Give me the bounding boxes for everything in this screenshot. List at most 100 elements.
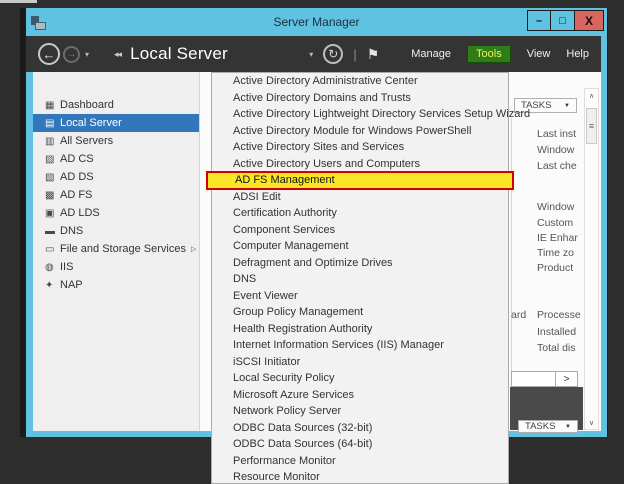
tools-dropdown-menu: Active Directory Administrative Center A… bbox=[211, 72, 509, 484]
tools-menu-item[interactable]: ODBC Data Sources (32-bit) bbox=[212, 420, 508, 437]
panel-text-fragment: Total dis bbox=[537, 342, 576, 354]
tools-menu-item[interactable]: Group Policy Management bbox=[212, 304, 508, 321]
window-controls: – □ X bbox=[527, 10, 604, 31]
sidebar: ▦ Dashboard ▤ Local Server ▥ All Servers… bbox=[33, 72, 200, 431]
ad-fs-icon: ▩ bbox=[45, 190, 60, 201]
maximize-button[interactable]: □ bbox=[551, 10, 575, 31]
notifications-flag-icon[interactable]: ⚑ bbox=[367, 46, 380, 63]
tools-menu-item[interactable]: Defragment and Optimize Drives bbox=[212, 255, 508, 272]
scrollbar-thumb[interactable]: ≡ bbox=[586, 108, 597, 144]
panel-text-fragment: Processe bbox=[537, 309, 581, 321]
scroll-right-button[interactable]: > bbox=[555, 372, 577, 386]
vertical-scrollbar[interactable]: ∧ ≡ ∨ bbox=[584, 88, 599, 430]
panel-text-fragment: Window bbox=[537, 144, 574, 156]
sidebar-item-label: NAP bbox=[60, 279, 83, 291]
tools-menu-item[interactable]: Active Directory Lightweight Directory S… bbox=[212, 106, 508, 123]
tools-menu-item[interactable]: Certification Authority bbox=[212, 205, 508, 222]
refresh-icon: ↻ bbox=[328, 47, 338, 61]
navigation-bar: ← → ▾ ◂◂ Local Server ▾ ↻ | ⚑ Manage Too… bbox=[26, 36, 601, 72]
panel-text-fragment: Custom bbox=[537, 217, 573, 229]
tasks-label: TASKS bbox=[525, 421, 555, 432]
tools-menu-item[interactable]: Active Directory Administrative Center bbox=[212, 73, 508, 90]
sidebar-item-iis[interactable]: ◍ IIS bbox=[33, 258, 199, 276]
navbar-separator: | bbox=[353, 47, 356, 62]
breadcrumb-dropdown-caret-icon[interactable]: ▾ bbox=[309, 50, 313, 59]
sidebar-item-dns[interactable]: ▬ DNS bbox=[33, 222, 199, 240]
minimize-button[interactable]: – bbox=[527, 10, 551, 31]
nap-icon: ✦ bbox=[45, 280, 60, 291]
tools-menu-item[interactable]: Active Directory Domains and Trusts bbox=[212, 90, 508, 107]
history-dropdown-caret-icon[interactable]: ▾ bbox=[85, 50, 89, 59]
tools-menu-item[interactable]: DNS bbox=[212, 271, 508, 288]
sidebar-item-all-servers[interactable]: ▥ All Servers bbox=[33, 132, 199, 150]
sidebar-item-dashboard[interactable]: ▦ Dashboard bbox=[33, 96, 199, 114]
tools-menu-item[interactable]: Active Directory Module for Windows Powe… bbox=[212, 123, 508, 140]
close-button[interactable]: X bbox=[575, 10, 604, 31]
tools-menu-item[interactable]: Event Viewer bbox=[212, 288, 508, 305]
iis-icon: ◍ bbox=[45, 262, 60, 273]
menu-manage[interactable]: Manage bbox=[411, 48, 451, 60]
panel-text-fragment: Last inst bbox=[537, 128, 576, 140]
sidebar-item-label: Local Server bbox=[60, 117, 122, 129]
sidebar-item-label: DNS bbox=[60, 225, 83, 237]
tasks-button-bottom[interactable]: TASKS ▼ bbox=[518, 420, 578, 433]
tools-menu-item[interactable]: Microsoft Azure Services bbox=[212, 387, 508, 404]
sidebar-item-label: AD DS bbox=[60, 171, 94, 183]
panel-text-fragment: Product bbox=[537, 262, 573, 274]
menu-view[interactable]: View bbox=[527, 48, 551, 60]
local-server-icon: ▤ bbox=[45, 118, 60, 129]
tools-menu-item-adfs-management-highlighted[interactable]: AD FS Management bbox=[206, 171, 514, 190]
refresh-button[interactable]: ↻ bbox=[323, 44, 343, 64]
scrollbar-down-icon[interactable]: ∨ bbox=[585, 416, 598, 429]
panel-text-fragment: Time zo bbox=[537, 247, 574, 259]
sidebar-item-file-storage-services[interactable]: ▭ File and Storage Services ▷ bbox=[33, 240, 199, 258]
dashboard-icon: ▦ bbox=[45, 100, 60, 111]
tools-menu-item[interactable]: Network Policy Server bbox=[212, 403, 508, 420]
ad-cs-icon: ▨ bbox=[45, 154, 60, 165]
tasks-caret-icon: ▼ bbox=[564, 103, 570, 109]
tools-menu-item[interactable]: Internet Information Services (IIS) Mana… bbox=[212, 337, 508, 354]
file-storage-icon: ▭ bbox=[45, 244, 60, 255]
menu-tools-highlighted[interactable]: Tools bbox=[467, 45, 511, 63]
tools-menu-item[interactable]: Computer Management bbox=[212, 238, 508, 255]
tools-menu-item[interactable]: ODBC Data Sources (64-bit) bbox=[212, 436, 508, 453]
back-icon: ← bbox=[43, 47, 56, 62]
back-button[interactable]: ← bbox=[38, 43, 60, 65]
tools-menu-item[interactable]: Local Security Policy bbox=[212, 370, 508, 387]
panel-scroll-track bbox=[512, 372, 555, 386]
sidebar-item-ad-ds[interactable]: ▧ AD DS bbox=[33, 168, 199, 186]
sidebar-item-label: IIS bbox=[60, 261, 73, 273]
sidebar-item-nap[interactable]: ✦ NAP bbox=[33, 276, 199, 294]
desktop: Server Manager – □ X ← → ▾ ◂◂ Local Serv… bbox=[0, 0, 624, 484]
tools-menu-item[interactable]: Component Services bbox=[212, 222, 508, 239]
sidebar-item-local-server[interactable]: ▤ Local Server bbox=[33, 114, 199, 132]
scrollbar-up-icon[interactable]: ∧ bbox=[585, 89, 598, 102]
ad-lds-icon: ▣ bbox=[45, 208, 60, 219]
tools-menu-item[interactable]: Performance Monitor bbox=[212, 453, 508, 470]
sidebar-item-label: Dashboard bbox=[60, 99, 114, 111]
expander-arrow-icon[interactable]: ▷ bbox=[191, 245, 196, 253]
panel-text-fragment: Window bbox=[537, 201, 574, 213]
background-window-sliver bbox=[0, 0, 37, 3]
forward-button[interactable]: → bbox=[63, 46, 80, 63]
tools-menu-item[interactable]: iSCSI Initiator bbox=[212, 354, 508, 371]
sidebar-item-label: File and Storage Services bbox=[60, 243, 186, 255]
breadcrumb-scroll-chevrons-icon[interactable]: ◂◂ bbox=[114, 49, 121, 60]
sidebar-item-ad-fs[interactable]: ▩ AD FS bbox=[33, 186, 199, 204]
tools-menu-item[interactable]: ADSI Edit bbox=[212, 189, 508, 206]
tools-menu-item[interactable]: Active Directory Sites and Services bbox=[212, 139, 508, 156]
tools-menu-item[interactable]: Health Registration Authority bbox=[212, 321, 508, 338]
panel-text-fragment: IE Enhar bbox=[537, 232, 578, 244]
sidebar-item-label: AD CS bbox=[60, 153, 94, 165]
scrollbar-grip-icon: ≡ bbox=[589, 121, 594, 131]
window-title: Server Manager bbox=[26, 15, 607, 29]
sidebar-item-ad-cs[interactable]: ▨ AD CS bbox=[33, 150, 199, 168]
sidebar-item-ad-lds[interactable]: ▣ AD LDS bbox=[33, 204, 199, 222]
sidebar-item-label: AD LDS bbox=[60, 207, 100, 219]
panel-border-line bbox=[511, 118, 512, 371]
titlebar[interactable]: Server Manager – □ X bbox=[26, 8, 607, 36]
menu-help[interactable]: Help bbox=[566, 48, 589, 60]
sidebar-item-label: AD FS bbox=[60, 189, 92, 201]
tools-menu-item[interactable]: Active Directory Users and Computers bbox=[212, 156, 508, 173]
tools-menu-item[interactable]: Resource Monitor bbox=[212, 469, 508, 484]
